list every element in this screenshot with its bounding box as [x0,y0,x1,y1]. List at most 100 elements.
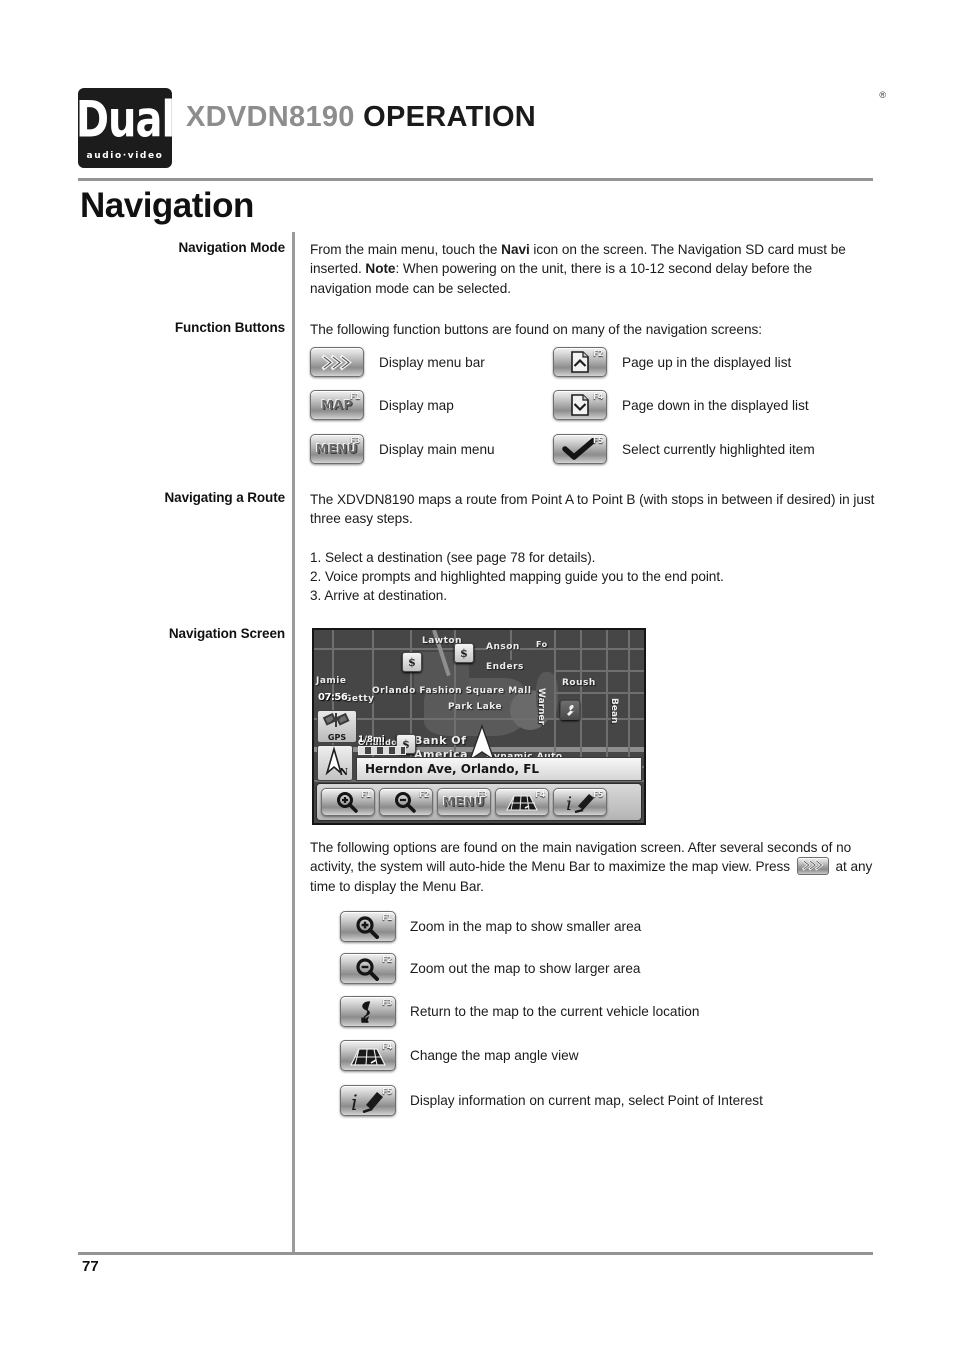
label-navigation-mode: Navigation Mode [178,240,285,255]
function-button-row-main-menu: MENU F3 Display main menu [310,434,495,464]
map-clock: 07:56 [318,692,348,703]
footer-rule [78,1252,873,1255]
map-scale-bar: 1/8mi [358,735,406,755]
fkey-label: F4 [381,1042,393,1051]
display-main-menu-button[interactable]: MENU F3 [310,434,364,464]
label-navigating-route: Navigating a Route [164,490,286,505]
map-angle-option-button[interactable]: F4 [340,1040,396,1071]
fkey-label: F4 [592,392,604,401]
function-button-row-page-up: F2 Page up in the displayed list [553,347,791,377]
zoom-out-option-button[interactable]: F2 [340,953,396,984]
map-road [554,670,644,672]
option-text: Change the map angle view [410,1048,579,1063]
option-row-zoom-out: F2 Zoom out the map to show larger area [340,953,640,984]
function-button-row-page-down: F4 Page down in the displayed list [553,390,809,420]
fkey-label: F3 [349,436,361,445]
fkey-label: F3 [381,998,393,1007]
map-label: Warner [536,688,546,726]
label-function-buttons: Function Buttons [174,320,285,335]
option-text: Zoom out the map to show larger area [410,961,641,976]
navigating-route-intro: The XDVDN8190 maps a route from Point A … [310,492,875,527]
fkey-label: F2 [592,349,604,358]
fkey-label: F1 [349,392,361,401]
map-zoom-in-button[interactable]: F1 [321,788,375,816]
svg-text:i: i [566,793,572,813]
map-zoom-out-button[interactable]: F2 [379,788,433,816]
map-label: Orlando Fashion Square Mall [372,686,532,696]
header-rule [78,178,873,181]
header-title: XDVDN8190 OPERATION [186,101,536,134]
page-down-button[interactable]: F4 [553,390,607,420]
nav-mode-text-1: From the main menu, touch the [310,242,502,257]
option-row-zoom-in: F1 Zoom in the map to show smaller area [340,911,641,942]
map-label-icon: MAP [321,398,353,412]
function-button-text: Page down in the displayed list [622,397,809,413]
function-button-row-menu-bar: Display menu bar [310,347,485,377]
zoom-in-option-button[interactable]: F1 [340,911,396,942]
display-map-button[interactable]: MAP F1 [310,390,364,420]
select-item-button[interactable]: F5 [553,434,607,464]
dual-logo: Dual audio·video [75,88,175,168]
registered-mark: ® [879,90,886,100]
gps-label: GPS [327,733,347,742]
page-up-button[interactable]: F2 [553,347,607,377]
logo-wordmark: Dual [75,91,175,149]
gps-status-icon: GPS [317,710,357,743]
display-menu-bar-button[interactable] [310,347,364,377]
route-step-3: 3. Arrive at destination. [310,588,448,603]
fkey-label: F3 [476,790,488,799]
map-info-poi-button[interactable]: i F5 [553,788,607,816]
option-row-map-angle: F4 Change the map angle view [340,1040,579,1071]
label-navigation-screen: Navigation Screen [168,626,285,641]
current-address-bar: Herndon Ave, Orlando, FL [356,757,642,781]
navigation-mode-text: From the main menu, touch the Navi icon … [310,240,875,298]
option-text: Zoom in the map to show smaller area [410,919,642,934]
map-scale-ticks [358,746,406,755]
header-model: XDVDN8190 [186,101,355,133]
map-label: Jamie [316,676,347,686]
map-label: Getty [344,694,375,704]
column-divider [292,232,295,1255]
info-poi-option-button[interactable]: i F5 [340,1085,396,1116]
poi-bank-icon: $ [402,652,422,672]
map-menu-bar: F1 F2 MENU F3 F4 i F5 [316,783,642,821]
option-row-info-poi: i F5 Display information on current map,… [340,1085,763,1116]
chevron-double-right-icon [311,348,363,376]
map-label: Enders [486,662,524,672]
poi-wrench-icon [560,700,580,720]
map-angle-button[interactable]: F4 [495,788,549,816]
compass-north-label: N [339,768,348,778]
fkey-label: F2 [418,790,430,799]
options-intro-text-1: The following options are found on the m… [310,840,852,875]
map-road [314,648,644,650]
fkey-label: F5 [381,1087,393,1096]
fkey-label: F4 [534,790,546,799]
map-road [554,692,644,694]
map-label: Bank Of [414,734,467,747]
option-text: Return to the map to the current vehicle… [410,1004,700,1019]
function-button-text: Display menu bar [379,354,485,370]
page-title: Navigation [80,186,254,225]
logo-tagline: audio·video [86,151,164,161]
nav-mode-bold-note: Note [365,261,396,277]
manual-page: Dual audio·video ® XDVDN8190 OPERATION N… [0,0,954,1354]
map-label: Fo [536,640,548,649]
map-scale-label: 1/8mi [358,735,385,745]
page-number: 77 [82,1258,99,1275]
map-menu-button[interactable]: MENU F3 [437,788,491,816]
function-button-text: Page up in the displayed list [622,354,792,370]
fkey-label: F1 [381,913,393,922]
function-button-text: Display map [379,397,454,413]
header-section: OPERATION [363,101,537,133]
poi-bank-icon: $ [454,643,474,663]
option-text: Display information on current map, sele… [410,1093,763,1108]
current-location-option-button[interactable]: F3 [340,996,396,1027]
nav-mode-bold-navi: Navi [501,242,530,257]
inline-chevron-double-right-icon [796,857,829,876]
svg-text:i: i [351,1091,358,1113]
map-label: Park Lake [448,702,503,712]
map-label: Bean [609,698,619,724]
navigation-screen-mock: Lawton Anson Fo Enders Roush Jamie Getty… [312,628,646,825]
fkey-label: F5 [592,790,604,799]
function-buttons-intro: The following function buttons are found… [310,322,762,337]
